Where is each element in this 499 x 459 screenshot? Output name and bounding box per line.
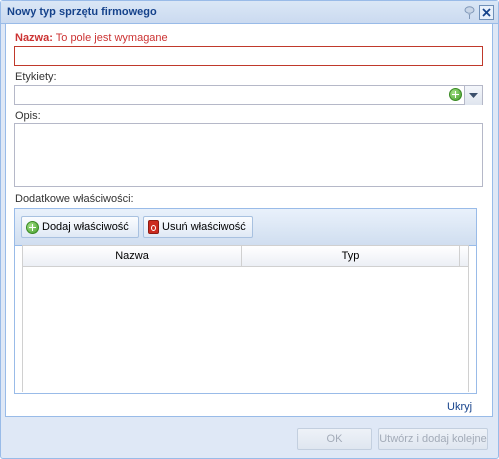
name-label: Nazwa: To pole jest wymagane xyxy=(15,32,168,44)
description-textarea[interactable] xyxy=(14,123,483,187)
hide-link[interactable]: Ukryj xyxy=(447,401,472,413)
add-property-label: Dodaj właściwość xyxy=(42,221,129,233)
properties-grid-header: Nazwa Typ xyxy=(22,245,469,267)
column-header-type[interactable]: Typ xyxy=(242,246,460,266)
column-header-name[interactable]: Nazwa xyxy=(23,246,242,266)
create-and-add-button[interactable]: Utwórz i dodaj kolejne xyxy=(378,428,488,450)
properties-label: Dodatkowe właściwości: xyxy=(15,193,134,205)
close-icon[interactable] xyxy=(479,5,494,20)
name-label-text: Nazwa: xyxy=(15,32,53,44)
tags-label: Etykiety: xyxy=(15,71,57,83)
chevron-down-icon[interactable] xyxy=(464,86,482,105)
remove-property-button[interactable]: Usuń właściwość xyxy=(143,216,253,238)
tags-combobox[interactable] xyxy=(14,85,483,105)
remove-property-label: Usuń właściwość xyxy=(162,221,246,233)
delete-icon xyxy=(148,220,159,234)
column-header-filler xyxy=(460,246,468,266)
pin-icon[interactable] xyxy=(462,5,477,20)
add-icon xyxy=(26,221,39,234)
properties-grid-panel: Dodaj właściwość Usuń właściwość Nazwa T… xyxy=(14,208,477,394)
name-input[interactable] xyxy=(14,46,483,66)
dialog-titlebar[interactable]: Nowy typ sprzętu firmowego xyxy=(1,1,498,24)
properties-toolbar: Dodaj właściwość Usuń właściwość xyxy=(15,209,476,246)
add-icon[interactable] xyxy=(449,88,462,101)
properties-grid-body[interactable] xyxy=(22,267,469,392)
add-property-button[interactable]: Dodaj właściwość xyxy=(21,216,139,238)
name-error-text: To pole jest wymagane xyxy=(55,32,168,44)
description-label: Opis: xyxy=(15,110,41,122)
ok-button[interactable]: OK xyxy=(297,428,372,450)
dialog-title: Nowy typ sprzętu firmowego xyxy=(7,6,157,18)
